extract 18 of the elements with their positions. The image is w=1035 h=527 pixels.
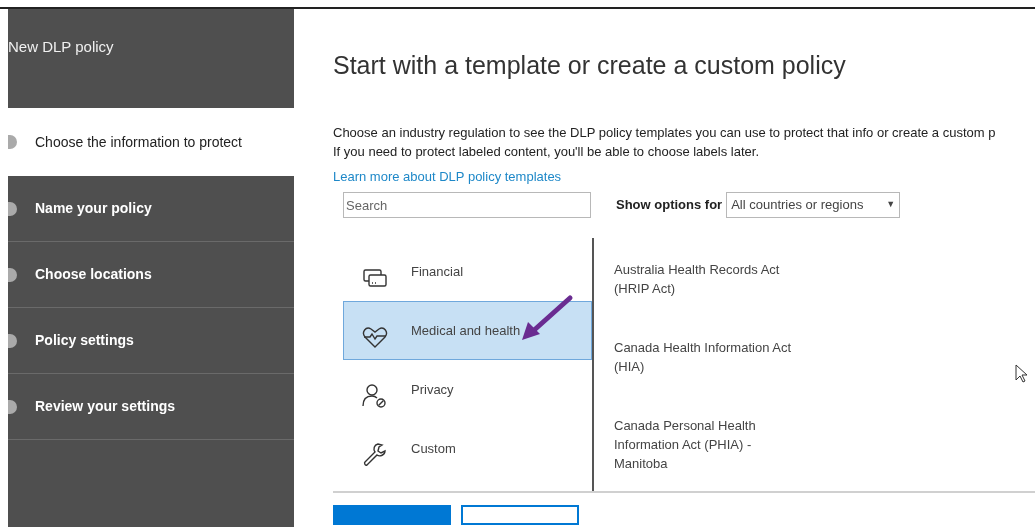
category-item[interactable]: Medical and health [343, 301, 592, 360]
mouse-pointer-icon [1015, 364, 1029, 384]
search-field[interactable]: Search [343, 192, 591, 218]
description-text: If you need to protect labeled content, you'll be able to choose labels later. [333, 142, 759, 161]
template-item[interactable]: Canada Health Information Act (HIA) [614, 338, 792, 376]
page-heading: Start with a template or create a custom policy [333, 50, 846, 81]
user-blocked-icon [361, 382, 389, 410]
wrench-icon [361, 441, 389, 469]
show-options-label: Show options for [616, 196, 723, 215]
step-item[interactable]: Choose the information to protect [8, 108, 294, 176]
learn-more-link[interactable]: Learn more about DLP policy templates [333, 166, 562, 186]
template-item[interactable]: Canada Personal Health Information Act (PHIA) - Manitoba [614, 416, 792, 473]
secondary-button[interactable] [461, 505, 579, 525]
region-dropdown[interactable]: All countries or regions ▼ [726, 192, 901, 218]
annotation-arrow [520, 294, 574, 342]
description-text: Choose an industry regulation to see the DLP policy templates you can use to protect that info or create a custom p [333, 123, 996, 142]
template-item[interactable]: Australia Health Records Act (HRIP Act) [614, 260, 792, 298]
panel-title: New DLP policy [8, 38, 114, 55]
